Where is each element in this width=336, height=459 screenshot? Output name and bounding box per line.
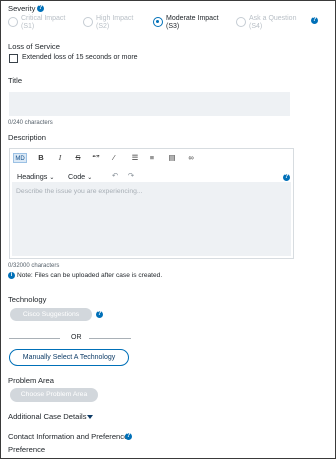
caret-down-icon[interactable] (87, 415, 93, 419)
code-block-button[interactable]: ▤ (167, 153, 177, 163)
contact-information-label: Contact Information and Preference (8, 432, 129, 441)
severity-option-label: Moderate Impact (S3) (166, 15, 219, 30)
help-icon[interactable]: ? (37, 5, 44, 12)
case-form: Severity ? Critical Impact (S1) High Imp… (0, 0, 336, 459)
description-editor: MD B I S “” ⁄ ☰ ≡ ▤ ∞ Headings ⌄ Code ⌄ … (9, 148, 294, 259)
redo-button[interactable]: ↷ (126, 171, 136, 181)
strikethrough-button[interactable]: S (73, 153, 83, 163)
loss-of-service-checkbox-label: Extended loss of 15 seconds or more (22, 54, 138, 61)
description-placeholder: Describe the issue you are experiencing.… (16, 188, 143, 195)
description-char-count: 0/32000 characters (8, 263, 60, 269)
manually-select-technology-button[interactable]: Manually Select A Technology (9, 349, 129, 366)
loss-of-service-label: Loss of Service (8, 42, 60, 51)
link-button[interactable]: ∞ (186, 153, 196, 163)
code-label: Code (68, 172, 86, 181)
undo-button[interactable]: ↶ (110, 171, 120, 181)
chevron-down-icon: ⌄ (49, 175, 55, 181)
info-icon: i (8, 272, 15, 279)
quote-button[interactable]: “” (91, 153, 101, 163)
description-textarea[interactable]: Describe the issue you are experiencing.… (12, 182, 291, 256)
help-icon[interactable]: ? (125, 433, 132, 440)
help-icon[interactable]: ? (96, 311, 103, 318)
numbered-list-button[interactable]: ≡ (147, 153, 157, 163)
radio-s1[interactable] (8, 17, 18, 27)
severity-option-label: Critical Impact (S1) (21, 15, 66, 30)
severity-option-label: High Impact (S2) (96, 15, 134, 30)
or-divider-left (9, 338, 60, 339)
additional-case-details-toggle[interactable]: Additional Case Details (8, 412, 87, 421)
or-separator: OR (71, 334, 82, 341)
bold-button[interactable]: B (36, 153, 46, 163)
clear-format-button[interactable]: ⁄ (109, 153, 119, 163)
title-char-count: 0/240 characters (8, 120, 53, 126)
headings-dropdown[interactable]: Headings ⌄ (17, 172, 54, 181)
chevron-down-icon: ⌄ (87, 175, 93, 181)
problem-area-label: Problem Area (8, 376, 55, 385)
radio-s2[interactable] (83, 17, 93, 27)
upload-note: Note: Files can be uploaded after case i… (17, 272, 163, 279)
preference-label: Preference (8, 445, 46, 454)
headings-label: Headings (17, 172, 48, 181)
severity-option-label: Ask a Question (S4) (249, 15, 297, 30)
or-divider-right (89, 338, 131, 339)
radio-s4[interactable] (236, 17, 246, 27)
description-label: Description (8, 133, 46, 142)
help-icon[interactable]: ? (283, 174, 290, 181)
cisco-suggestions-button[interactable]: Cisco Suggestions (10, 308, 92, 321)
title-input[interactable] (9, 92, 290, 116)
help-icon[interactable]: ? (311, 17, 318, 24)
additional-case-details-label: Additional Case Details (8, 412, 87, 421)
bullet-list-button[interactable]: ☰ (130, 153, 140, 163)
technology-label: Technology (8, 295, 47, 304)
radio-s3[interactable] (153, 17, 163, 27)
choose-problem-area-button[interactable]: Choose Problem Area (10, 388, 98, 402)
title-label: Title (8, 76, 23, 85)
loss-of-service-checkbox[interactable] (9, 54, 18, 63)
severity-label: Severity (8, 4, 36, 13)
markdown-toggle-button[interactable]: MD (13, 153, 27, 163)
italic-button[interactable]: I (55, 153, 65, 163)
code-dropdown[interactable]: Code ⌄ (68, 172, 92, 181)
